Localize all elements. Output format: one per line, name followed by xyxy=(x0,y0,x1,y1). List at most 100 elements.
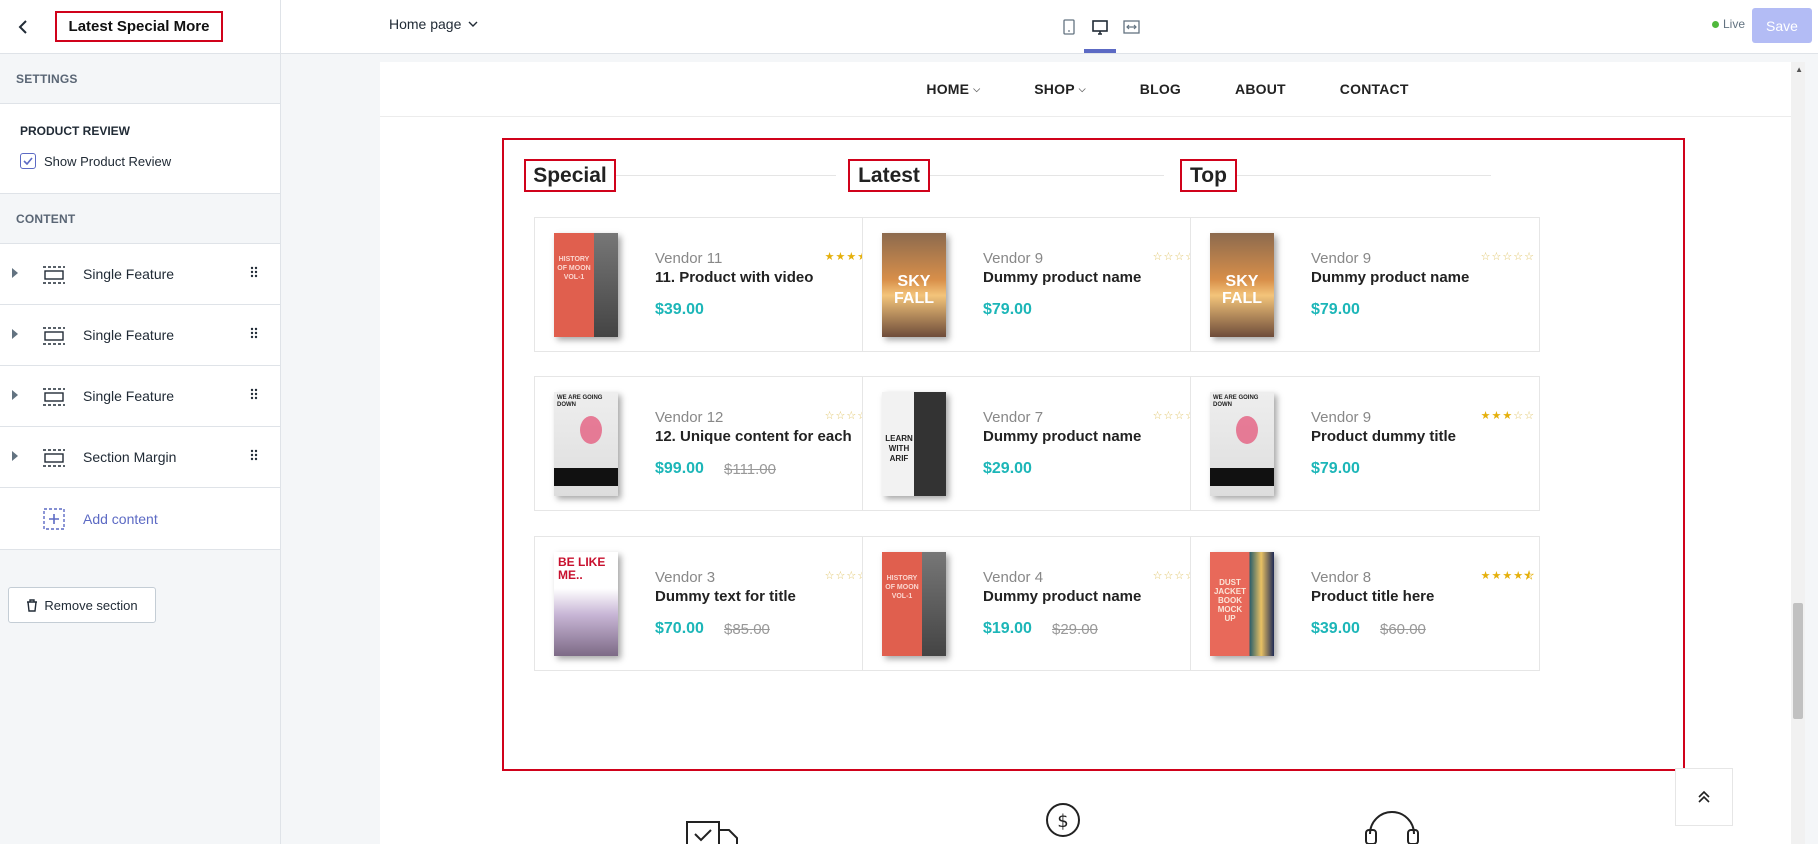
nav-label: SHOP xyxy=(1034,81,1075,97)
desktop-view-icon[interactable] xyxy=(1087,14,1113,40)
product-name[interactable]: Product title here xyxy=(1311,588,1434,605)
page-selector[interactable]: Home page xyxy=(389,16,478,32)
fullscreen-view-icon[interactable] xyxy=(1118,14,1144,40)
caret-right-icon[interactable] xyxy=(12,268,18,278)
star-icon: ☆ xyxy=(1524,410,1535,422)
back-icon[interactable] xyxy=(12,16,34,38)
product-vendor: Vendor 7 xyxy=(983,409,1044,426)
product-card[interactable]: HISTORY OF MOON VOL-1 Vendor 4 Dummy produ… xyxy=(862,536,1212,671)
content-item-single-feature[interactable]: Single Feature xyxy=(0,305,280,366)
product-name[interactable]: Product dummy title xyxy=(1311,428,1456,445)
nav-label: BLOG xyxy=(1139,81,1182,97)
product-rating: ★★★★★ xyxy=(1481,569,1535,583)
remove-section-button[interactable]: Remove section xyxy=(8,587,156,623)
product-card[interactable]: SKY FALL Vendor 9 Dummy product name $79.00… xyxy=(862,217,1212,352)
star-icon: ☆ xyxy=(1513,251,1525,263)
content-item-section-margin[interactable]: Section Margin xyxy=(0,427,280,488)
star-icon: ★ xyxy=(1502,570,1514,582)
product-name[interactable]: 12. Unique content for each xyxy=(655,428,852,445)
preview-scrollbar[interactable]: ▲ xyxy=(1791,62,1805,844)
store-nav: HOME ⌵ SHOP ⌵ BLOG ABOUT CONTACT xyxy=(380,62,1805,117)
nav-blog[interactable]: BLOG xyxy=(1140,81,1181,97)
scrollbar-thumb[interactable] xyxy=(1793,603,1803,719)
add-block-icon xyxy=(43,508,65,530)
drag-handle-icon[interactable] xyxy=(250,449,258,461)
book-cover-band xyxy=(554,468,618,486)
caret-right-icon[interactable] xyxy=(12,390,18,400)
star-icon: ☆ xyxy=(1174,410,1186,422)
title-divider xyxy=(930,175,1164,176)
product-card[interactable]: LEARN WITH ARIF Vendor 7 Dummy product nam… xyxy=(862,376,1212,511)
product-name[interactable]: Dummy product name xyxy=(983,588,1141,605)
product-image[interactable]: BE LIKE ME.. xyxy=(554,552,618,656)
product-compare-price: $85.00 xyxy=(724,621,770,638)
product-card[interactable]: SKY FALL Vendor 9 Dummy product name $79.00… xyxy=(1190,217,1540,352)
drag-handle-icon[interactable] xyxy=(250,266,258,278)
checkbox-checked-icon[interactable] xyxy=(20,153,36,169)
product-image[interactable]: SKY FALL xyxy=(1210,233,1274,337)
product-name[interactable]: Dummy product name xyxy=(983,428,1141,445)
star-icon: ☆ xyxy=(824,570,836,582)
product-compare-price: $111.00 xyxy=(724,461,776,478)
content-item-label: Single Feature xyxy=(83,388,175,404)
product-price: $99.00 xyxy=(655,460,704,477)
show-product-review-checkbox[interactable]: Show Product Review xyxy=(20,153,171,169)
book-cover-band xyxy=(1210,468,1274,486)
star-icon: ★ xyxy=(824,251,836,263)
product-card[interactable]: BE LIKE ME.. Vendor 3 Dummy text for title… xyxy=(534,536,884,671)
product-name[interactable]: Dummy text for title xyxy=(655,588,796,605)
caret-right-icon[interactable] xyxy=(12,329,18,339)
book-cover-text: WE ARE GOING DOWN xyxy=(1213,395,1259,408)
caret-right-icon[interactable] xyxy=(12,451,18,461)
book-cover-text: HISTORY OF MOON VOL-1 xyxy=(557,256,591,281)
product-card[interactable]: HISTORY OF MOON VOL-1 Vendor 11 11. Produc… xyxy=(534,217,884,352)
product-image[interactable]: LEARN WITH ARIF xyxy=(882,392,946,496)
checkbox-label: Show Product Review xyxy=(44,153,172,169)
product-card[interactable]: DUST JACKET BOOK MOCK UP Vendor 8 Product … xyxy=(1190,536,1540,671)
nav-shop[interactable]: SHOP ⌵ xyxy=(1034,81,1086,97)
nav-label: ABOUT xyxy=(1235,81,1286,97)
drag-handle-icon[interactable] xyxy=(250,327,258,339)
product-image[interactable]: HISTORY OF MOON VOL-1 xyxy=(554,233,618,337)
nav-contact[interactable]: CONTACT xyxy=(1340,81,1409,97)
save-button[interactable]: Save xyxy=(1752,8,1812,43)
product-vendor: Vendor 11 xyxy=(655,250,723,267)
content-item-label: Section Margin xyxy=(83,449,177,465)
product-rating: ★★★☆☆ xyxy=(1481,409,1535,422)
product-name[interactable]: 11. Product with video xyxy=(655,269,813,286)
product-image[interactable]: SKY FALL xyxy=(882,233,946,337)
star-icon: ☆ xyxy=(1163,410,1175,422)
product-image[interactable]: DUST JACKET BOOK MOCK UP xyxy=(1210,552,1274,656)
product-image[interactable]: WE ARE GOING DOWN xyxy=(554,392,618,496)
scroll-to-top-button[interactable] xyxy=(1675,768,1733,826)
add-content-button[interactable]: Add content xyxy=(0,488,280,550)
content-item-single-feature[interactable]: Single Feature xyxy=(0,366,280,427)
product-image[interactable]: WE ARE GOING DOWN xyxy=(1210,392,1274,496)
page-selector-label: Home page xyxy=(389,16,462,32)
star-icon: ★ xyxy=(1502,410,1514,422)
scroll-up-arrow-icon[interactable]: ▲ xyxy=(1795,65,1803,74)
chevron-down-icon: ⌵ xyxy=(973,83,981,94)
product-card[interactable]: WE ARE GOING DOWN Vendor 12 12. Unique con… xyxy=(534,376,884,511)
nav-home[interactable]: HOME ⌵ xyxy=(926,81,980,97)
product-price: $70.00 xyxy=(655,620,704,637)
product-name[interactable]: Dummy product name xyxy=(1311,269,1469,286)
star-icon: ☆ xyxy=(846,570,858,582)
product-price: $39.00 xyxy=(655,301,704,318)
latest-special-top-section[interactable]: Special Latest Top HISTORY OF MOON VOL-1… xyxy=(502,138,1685,771)
section-title: Latest Special More xyxy=(55,11,223,42)
book-cover-photo xyxy=(922,552,946,656)
storefront-preview: HOME ⌵ SHOP ⌵ BLOG ABOUT CONTACT Special L… xyxy=(380,62,1805,844)
product-image[interactable]: HISTORY OF MOON VOL-1 xyxy=(882,552,946,656)
star-icon: ☆ xyxy=(1152,410,1164,422)
product-name[interactable]: Dummy product name xyxy=(983,269,1141,286)
mobile-view-icon[interactable] xyxy=(1056,14,1082,40)
content-item-label: Single Feature xyxy=(83,327,175,343)
drag-handle-icon[interactable] xyxy=(250,388,258,400)
nav-about[interactable]: ABOUT xyxy=(1235,81,1286,97)
content-item-single-feature[interactable]: Single Feature xyxy=(0,244,280,305)
product-card[interactable]: WE ARE GOING DOWN Vendor 9 Product dummy t… xyxy=(1190,376,1540,511)
book-cover-smoke xyxy=(580,416,602,444)
product-vendor: Vendor 9 xyxy=(983,250,1044,267)
trash-icon xyxy=(27,598,38,612)
